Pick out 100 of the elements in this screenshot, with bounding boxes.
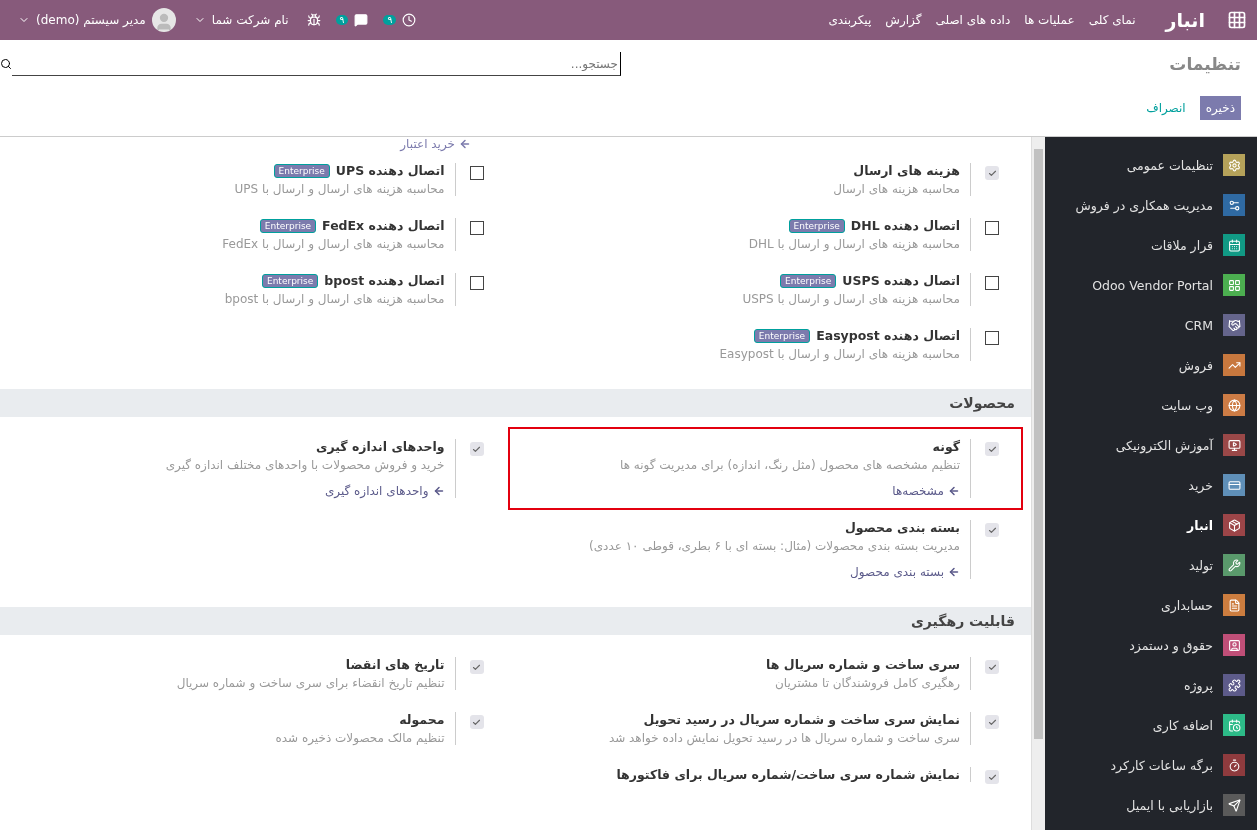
setting-description: محاسبه هزینه های ارسال و ارسال با UPS — [234, 182, 445, 196]
message-count: ۹ — [335, 15, 349, 25]
setting-description: تنظیم مشخصه های محصول (مثل رنگ، اندازه) برای مدیریت گونه ها — [620, 458, 960, 472]
setting-title: بسته بندی محصول — [844, 520, 960, 535]
setting-title: نمایش شماره سری ساخت/شماره سریال برای فاکتورها — [616, 767, 960, 782]
setting-title: هزینه های ارسال — [853, 163, 960, 178]
sidebar-item[interactable]: انبار — [1045, 505, 1257, 545]
app-title: انبار — [1165, 9, 1205, 31]
setting-description: تنظیم تاریخ انقضاء برای سری ساخت و شماره سریال — [176, 676, 445, 690]
setting-description: محاسبه هزینه های ارسال و ارسال با Easypost — [719, 347, 960, 361]
user-menu[interactable]: مدیر سیستم (demo) — [36, 13, 146, 27]
sidebar-item[interactable]: حسابداری — [1045, 585, 1257, 625]
sidebar-item[interactable]: وب سایت — [1045, 385, 1257, 425]
setting-title: تاریخ های انقضا — [345, 657, 445, 672]
setting-description: سری ساخت و شماره سریال ها در رسید تحویل نمایش داده خواهد شد — [608, 731, 960, 745]
company-switcher[interactable]: نام شرکت شما — [211, 13, 289, 27]
sidebar-item[interactable]: تولید — [1045, 545, 1257, 585]
arrow-icon — [948, 485, 960, 497]
setting-title: گونه — [932, 439, 960, 454]
setting-link[interactable]: واحدهای اندازه گیری — [165, 484, 445, 498]
save-button[interactable]: ذخیره — [1199, 96, 1241, 120]
sidebar-item[interactable]: CRM — [1045, 305, 1257, 345]
setting-title: اتصال دهنده FedEx — [322, 218, 445, 233]
checkmark-icon — [987, 772, 997, 782]
setting-description: تنظیم مالک محصولات ذخیره شده — [275, 731, 445, 745]
setting-description: محاسبه هزینه های ارسال و ارسال با USPS — [742, 292, 960, 306]
checkbox[interactable] — [985, 166, 999, 180]
enterprise-badge: Enterprise — [780, 273, 837, 288]
checkbox[interactable] — [469, 660, 484, 674]
menu-item[interactable]: گزارش — [885, 13, 922, 27]
sidebar-item[interactable]: خرید — [1045, 465, 1257, 505]
section-title: قابلیت رهگیری — [0, 607, 1031, 635]
checkmark-icon — [472, 717, 481, 727]
menu-item[interactable]: پیکربندی — [828, 13, 872, 27]
messages-icon[interactable] — [354, 13, 369, 27]
checkbox[interactable] — [469, 442, 484, 456]
checkbox[interactable] — [985, 331, 999, 345]
checkmark-icon — [987, 168, 997, 178]
sidebar-item[interactable]: مدیریت همکاری در فروش — [1045, 185, 1257, 225]
setting-link[interactable]: مشخصه‌ها — [620, 484, 960, 498]
menu-item[interactable]: عملیات ها — [1024, 13, 1075, 27]
checkbox[interactable] — [985, 276, 999, 290]
checkbox[interactable] — [985, 221, 999, 235]
checkbox[interactable] — [469, 715, 484, 729]
sidebar-item[interactable]: Odoo Vendor Portal — [1045, 265, 1257, 305]
sidebar-item[interactable]: پروژه — [1045, 665, 1257, 705]
setting-title: اتصال دهنده UPS — [335, 163, 445, 178]
setting-title: اتصال دهنده USPS — [842, 273, 960, 288]
scrollbar[interactable] — [1031, 137, 1045, 830]
menu-item[interactable]: داده های اصلی — [935, 13, 1011, 27]
setting-link[interactable]: بسته بندی محصول — [588, 565, 960, 579]
setting-title: اتصال دهنده bpost — [324, 273, 445, 288]
setting-description: مدیریت بسته بندی محصولات (مثال: بسته ای با ۶ بطری، قوطی ۱۰ عددی) — [588, 539, 960, 553]
sidebar-item[interactable]: حقوق و دستمزد — [1045, 625, 1257, 665]
setting-title: نمایش سری ساخت و شماره سریال در رسید تحویل — [643, 712, 960, 727]
sidebar-item[interactable]: اضافه کاری — [1045, 705, 1257, 745]
search-field[interactable]: جستجو... — [12, 52, 621, 76]
checkbox[interactable] — [469, 276, 484, 290]
setting-title: اتصال دهنده Easypost — [816, 328, 960, 343]
sidebar-item[interactable]: فروش — [1045, 345, 1257, 385]
checkmark-icon — [987, 444, 997, 454]
checkbox[interactable] — [469, 166, 484, 180]
setting-description: محاسبه هزینه های ارسال و ارسال با FedEx — [222, 237, 445, 251]
arrow-icon — [432, 485, 445, 497]
enterprise-badge: Enterprise — [753, 328, 811, 343]
sidebar-item[interactable]: قرار ملاقات — [1045, 225, 1257, 265]
checkbox[interactable] — [985, 523, 999, 537]
checkbox[interactable] — [985, 442, 999, 456]
sidebar-item[interactable]: آموزش الکترونیکی — [1045, 425, 1257, 465]
checkbox[interactable] — [985, 770, 999, 784]
search-icon[interactable] — [0, 58, 12, 70]
enterprise-badge: Enterprise — [261, 273, 319, 288]
setting-description: محاسبه هزینه های ارسال و ارسال با bpost — [224, 292, 445, 306]
sidebar-item[interactable]: برگه ساعات کارکرد — [1045, 745, 1257, 785]
enterprise-badge: Enterprise — [259, 218, 317, 233]
debug-icon[interactable] — [306, 13, 321, 27]
checkbox[interactable] — [985, 715, 999, 729]
checkmark-icon — [472, 662, 481, 672]
checkmark-icon — [987, 662, 997, 672]
sidebar-item[interactable]: بازاریابی با ایمیل — [1045, 785, 1257, 825]
activity-icon[interactable] — [402, 13, 417, 27]
arrow-icon — [948, 566, 960, 578]
setting-description: خرید و فروش محصولات با واحدهای مختلف اندازه گیری — [165, 458, 445, 472]
activity-count: ۹ — [383, 15, 397, 25]
menu-item[interactable]: نمای کلی — [1088, 13, 1136, 27]
setting-title: اتصال دهنده DHL — [850, 218, 960, 233]
setting-description: محاسبه هزینه های ارسال و ارسال با DHL — [748, 237, 960, 251]
checkmark-icon — [472, 444, 481, 454]
checkbox[interactable] — [985, 660, 999, 674]
section-title: محصولات — [0, 389, 1031, 417]
sidebar-item[interactable]: تنظیمات عمومی — [1045, 145, 1257, 185]
apps-menu-icon[interactable] — [1227, 10, 1247, 30]
buy-credits-link[interactable]: خرید اعتبار — [400, 137, 471, 151]
setting-title: سری ساخت و شماره سریال ها — [766, 657, 960, 672]
setting-description: محاسبه هزینه های ارسال — [833, 182, 960, 196]
enterprise-badge: Enterprise — [788, 218, 845, 233]
checkbox[interactable] — [469, 221, 484, 235]
setting-description: رهگیری کامل فروشندگان تا مشتریان — [774, 676, 960, 690]
breadcrumb: تنظیمات — [1168, 54, 1241, 74]
enterprise-badge: Enterprise — [273, 163, 330, 178]
